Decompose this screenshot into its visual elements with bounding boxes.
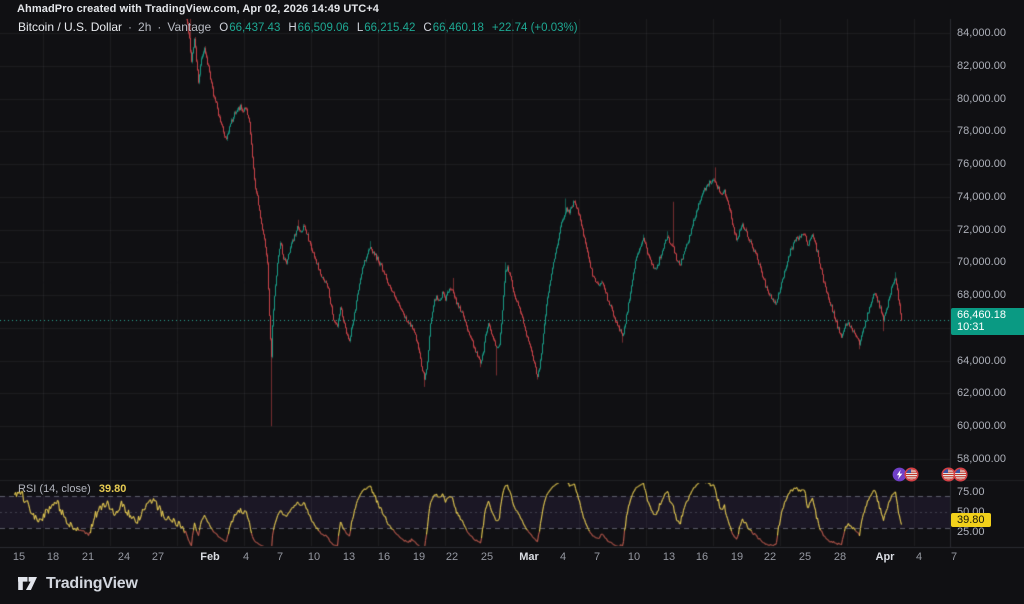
low-value: 66,215.42: [364, 22, 415, 34]
rsi-tick: 75.00: [957, 486, 985, 498]
price-tick: 64,000.00: [957, 355, 1006, 367]
low-label: L: [357, 22, 363, 34]
rsi-params: (14, close): [39, 483, 90, 495]
price-tick: 84,000.00: [957, 27, 1006, 39]
price-tick: 82,000.00: [957, 60, 1006, 72]
rsi-name: RSI: [18, 483, 36, 495]
legend-separator-2: ·: [157, 20, 161, 34]
chart-canvas[interactable]: [0, 0, 1024, 604]
tradingview-chart-window: AhmadPro created with TradingView.com, A…: [0, 0, 1024, 604]
open-value: 66,437.43: [229, 22, 280, 34]
tradingview-logo[interactable]: TradingView: [16, 572, 138, 595]
last-price-badge: 66,460.18 10:31: [951, 308, 1024, 335]
interval-label[interactable]: 2h: [138, 20, 151, 34]
change-value: +22.74 (+0.03%): [492, 22, 578, 34]
rsi-value-badge: 39.80: [951, 513, 991, 527]
close-value: 66,460.18: [433, 22, 484, 34]
price-tick: 60,000.00: [957, 420, 1006, 432]
time-tick: 25: [465, 551, 509, 563]
countdown-timer: 10:31: [957, 322, 1024, 334]
price-tick: 78,000.00: [957, 125, 1006, 137]
rsi-legend[interactable]: RSI (14, close) 39.80: [18, 483, 126, 495]
close-label: C: [423, 22, 431, 34]
attribution-text: AhmadPro created with TradingView.com, A…: [17, 3, 379, 15]
us-flag-event-icon[interactable]: [953, 467, 968, 482]
tradingview-logo-mark-icon: [16, 572, 39, 595]
high-label: H: [288, 22, 296, 34]
price-tick: 62,000.00: [957, 387, 1006, 399]
price-tick: 58,000.00: [957, 453, 1006, 465]
us-flag-event-icon[interactable]: [904, 467, 919, 482]
rsi-tick: 25.00: [957, 526, 985, 538]
broker-label: Vantage: [167, 20, 211, 34]
open-label: O: [219, 22, 228, 34]
symbol-legend[interactable]: Bitcoin / U.S. Dollar · 2h · Vantage O66…: [18, 20, 578, 34]
legend-separator: ·: [128, 20, 132, 34]
time-tick: 27: [136, 551, 180, 563]
price-tick: 74,000.00: [957, 191, 1006, 203]
high-value: 66,509.06: [298, 22, 349, 34]
price-tick: 68,000.00: [957, 289, 1006, 301]
time-tick: 7: [932, 551, 976, 563]
price-tick: 76,000.00: [957, 158, 1006, 170]
price-tick: 80,000.00: [957, 93, 1006, 105]
price-tick: 70,000.00: [957, 256, 1006, 268]
price-tick: 72,000.00: [957, 224, 1006, 236]
symbol-title[interactable]: Bitcoin / U.S. Dollar: [18, 20, 122, 34]
rsi-current-value: 39.80: [99, 483, 127, 495]
tradingview-logo-text: TradingView: [46, 575, 138, 593]
time-tick: 28: [818, 551, 862, 563]
